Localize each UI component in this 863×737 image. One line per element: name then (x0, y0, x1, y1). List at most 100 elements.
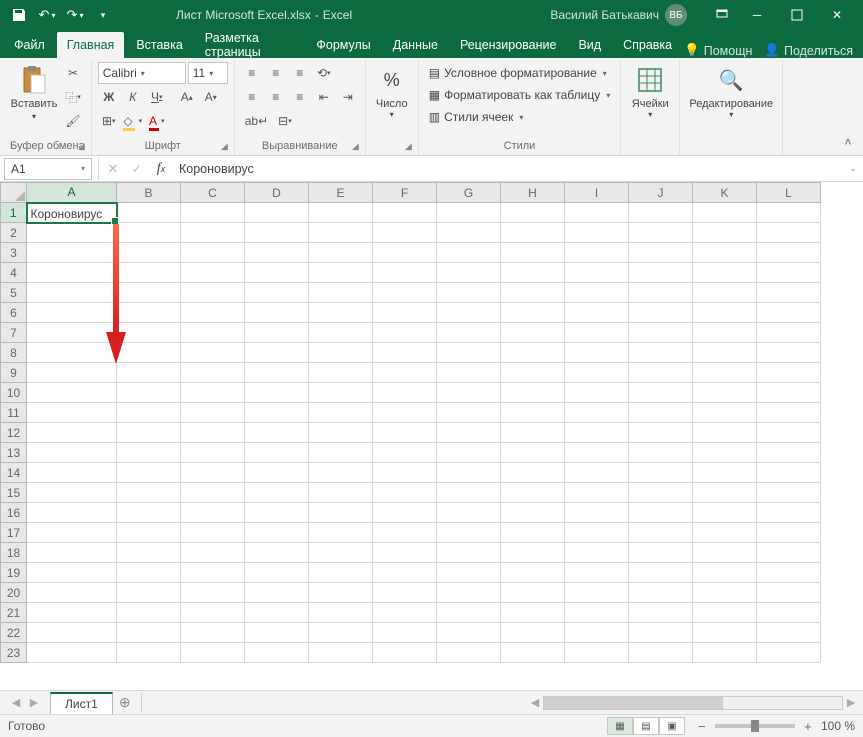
row-header-20[interactable]: 20 (1, 583, 27, 603)
cell-B23[interactable] (117, 643, 181, 663)
cell-K9[interactable] (693, 363, 757, 383)
tab-file[interactable]: Файл (4, 32, 55, 58)
row-header-19[interactable]: 19 (1, 563, 27, 583)
cell-A6[interactable] (27, 303, 117, 323)
cell-F13[interactable] (373, 443, 437, 463)
cell-B20[interactable] (117, 583, 181, 603)
cell-E11[interactable] (309, 403, 373, 423)
cell-B13[interactable] (117, 443, 181, 463)
alignment-launcher[interactable]: ◢ (352, 141, 359, 152)
cell-J23[interactable] (629, 643, 693, 663)
row-header-8[interactable]: 8 (1, 343, 27, 363)
cell-B10[interactable] (117, 383, 181, 403)
save-icon[interactable] (6, 2, 32, 28)
tab-insert[interactable]: Вставка (126, 32, 192, 58)
cell-H18[interactable] (501, 543, 565, 563)
ribbon-options-icon[interactable] (707, 2, 737, 28)
cell-F23[interactable] (373, 643, 437, 663)
cell-F4[interactable] (373, 263, 437, 283)
cell-C19[interactable] (181, 563, 245, 583)
cell-E7[interactable] (309, 323, 373, 343)
shrink-font-icon[interactable]: A▾ (200, 86, 222, 108)
conditional-formatting-button[interactable]: ▤Условное форматирование▾ (425, 62, 615, 84)
cell-K3[interactable] (693, 243, 757, 263)
cell-H2[interactable] (501, 223, 565, 243)
cell-D23[interactable] (245, 643, 309, 663)
cell-G6[interactable] (437, 303, 501, 323)
user-account[interactable]: Василий Батькавич ВБ (550, 4, 687, 26)
cell-H4[interactable] (501, 263, 565, 283)
cell-D18[interactable] (245, 543, 309, 563)
cell-J14[interactable] (629, 463, 693, 483)
row-header-23[interactable]: 23 (1, 643, 27, 663)
col-header-F[interactable]: F (373, 183, 437, 203)
row-header-9[interactable]: 9 (1, 363, 27, 383)
cell-D21[interactable] (245, 603, 309, 623)
cell-I5[interactable] (565, 283, 629, 303)
cell-F12[interactable] (373, 423, 437, 443)
cell-L18[interactable] (757, 543, 821, 563)
cell-C8[interactable] (181, 343, 245, 363)
cell-D14[interactable] (245, 463, 309, 483)
cell-K5[interactable] (693, 283, 757, 303)
cell-styles-button[interactable]: ▥Стили ячеек▾ (425, 106, 615, 128)
expand-formula-bar-icon[interactable]: ⌄ (843, 163, 863, 174)
cell-H20[interactable] (501, 583, 565, 603)
page-break-view-icon[interactable]: ▣ (659, 717, 685, 735)
cell-E16[interactable] (309, 503, 373, 523)
font-color-icon[interactable]: A▾ (146, 110, 168, 132)
cell-A18[interactable] (27, 543, 117, 563)
cell-F3[interactable] (373, 243, 437, 263)
italic-button[interactable]: К (122, 86, 144, 108)
row-header-3[interactable]: 3 (1, 243, 27, 263)
cell-E1[interactable] (309, 203, 373, 223)
cell-H1[interactable] (501, 203, 565, 223)
row-header-11[interactable]: 11 (1, 403, 27, 423)
cell-C15[interactable] (181, 483, 245, 503)
cell-H21[interactable] (501, 603, 565, 623)
cell-E13[interactable] (309, 443, 373, 463)
cell-I13[interactable] (565, 443, 629, 463)
cell-I22[interactable] (565, 623, 629, 643)
cut-icon[interactable]: ✂ (62, 62, 84, 84)
cell-A23[interactable] (27, 643, 117, 663)
cell-D5[interactable] (245, 283, 309, 303)
cell-B19[interactable] (117, 563, 181, 583)
cell-E3[interactable] (309, 243, 373, 263)
cell-C21[interactable] (181, 603, 245, 623)
cell-I2[interactable] (565, 223, 629, 243)
cell-G15[interactable] (437, 483, 501, 503)
cell-G16[interactable] (437, 503, 501, 523)
next-sheet-icon[interactable]: ▶ (26, 695, 42, 711)
cell-F15[interactable] (373, 483, 437, 503)
cell-E12[interactable] (309, 423, 373, 443)
align-middle-icon[interactable]: ≡ (265, 62, 287, 84)
cell-D7[interactable] (245, 323, 309, 343)
cell-G21[interactable] (437, 603, 501, 623)
cell-H14[interactable] (501, 463, 565, 483)
scroll-right-icon[interactable]: ▶ (843, 695, 859, 711)
cell-B4[interactable] (117, 263, 181, 283)
col-header-H[interactable]: H (501, 183, 565, 203)
cell-G7[interactable] (437, 323, 501, 343)
cell-E4[interactable] (309, 263, 373, 283)
cell-J5[interactable] (629, 283, 693, 303)
cell-I3[interactable] (565, 243, 629, 263)
clipboard-launcher[interactable]: ◢ (78, 141, 85, 152)
cell-L15[interactable] (757, 483, 821, 503)
cell-A16[interactable] (27, 503, 117, 523)
cell-H17[interactable] (501, 523, 565, 543)
cell-B12[interactable] (117, 423, 181, 443)
cell-F19[interactable] (373, 563, 437, 583)
cell-F20[interactable] (373, 583, 437, 603)
cell-J12[interactable] (629, 423, 693, 443)
cell-I23[interactable] (565, 643, 629, 663)
cell-H3[interactable] (501, 243, 565, 263)
col-header-A[interactable]: A (27, 183, 117, 203)
cell-B15[interactable] (117, 483, 181, 503)
cell-I19[interactable] (565, 563, 629, 583)
row-header-16[interactable]: 16 (1, 503, 27, 523)
cell-I12[interactable] (565, 423, 629, 443)
cell-L10[interactable] (757, 383, 821, 403)
align-right-icon[interactable]: ≡ (289, 86, 311, 108)
